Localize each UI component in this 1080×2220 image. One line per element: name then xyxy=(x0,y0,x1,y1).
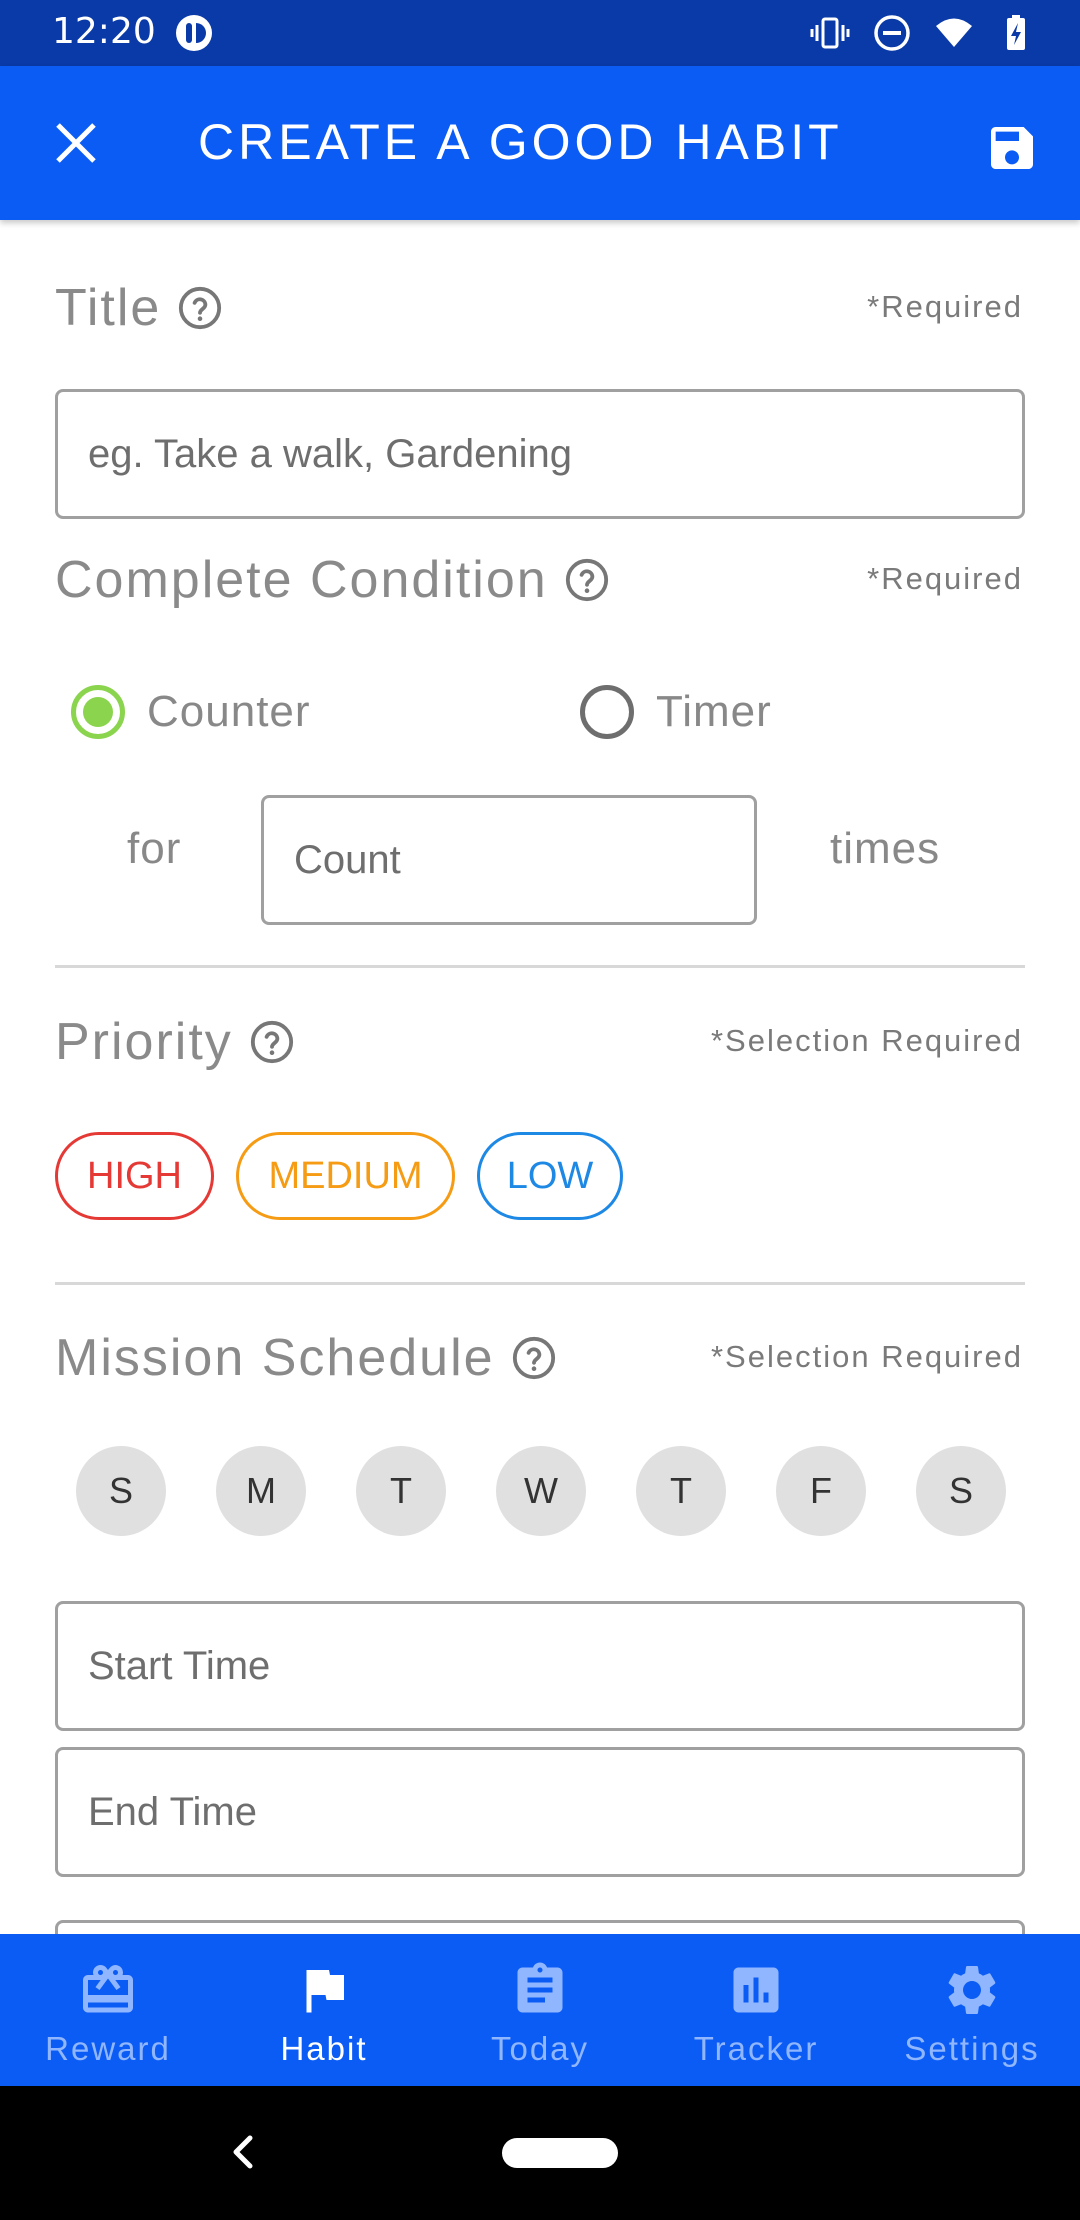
bar-chart-icon xyxy=(733,1967,779,2013)
day-toggle-sunday[interactable]: S xyxy=(76,1446,166,1536)
radio-unchecked-icon xyxy=(580,685,634,739)
gear-icon xyxy=(948,1966,996,2014)
flag-icon xyxy=(306,1970,344,2013)
complete-condition-label: Complete Condition xyxy=(55,551,548,609)
nav-label-today: Today xyxy=(490,2030,590,2067)
gift-card-icon xyxy=(83,1964,133,2013)
start-time-input[interactable] xyxy=(58,1604,1022,1728)
count-field[interactable] xyxy=(261,795,757,925)
mission-schedule-required: *Selection Required xyxy=(710,1339,1023,1374)
nav-item-reward[interactable]: Reward xyxy=(0,1934,216,2086)
vibrate-icon xyxy=(810,17,850,49)
home-gesture-pill[interactable] xyxy=(502,2138,618,2168)
help-icon[interactable] xyxy=(511,1335,557,1381)
nav-label-settings: Settings xyxy=(904,2030,1040,2067)
counter-radio-label: Counter xyxy=(147,687,311,736)
priority-high-chip[interactable]: HIGH xyxy=(55,1132,214,1220)
day-toggle-tuesday[interactable]: T xyxy=(356,1446,446,1536)
help-icon[interactable] xyxy=(249,1019,295,1065)
app-notification-icon xyxy=(176,15,212,51)
save-icon xyxy=(991,127,1033,169)
system-navigation-bar xyxy=(0,2086,1080,2220)
end-time-input[interactable] xyxy=(58,1750,1022,1874)
wifi-icon xyxy=(936,18,972,47)
save-button[interactable] xyxy=(976,112,1048,184)
count-input[interactable] xyxy=(264,798,754,922)
title-field[interactable] xyxy=(55,389,1025,519)
priority-label: Priority xyxy=(55,1013,233,1071)
mission-schedule-section-label: Mission Schedule xyxy=(55,1328,557,1388)
end-time-field[interactable] xyxy=(55,1747,1025,1877)
title-input[interactable] xyxy=(58,392,1022,516)
app-bar: CREATE A GOOD HABIT xyxy=(0,66,1080,220)
title-section-label: Title xyxy=(55,278,223,338)
nav-item-settings[interactable]: Settings xyxy=(864,1934,1080,2086)
nav-item-habit[interactable]: Habit xyxy=(216,1934,432,2086)
day-toggle-wednesday[interactable]: W xyxy=(496,1446,586,1536)
help-icon[interactable] xyxy=(564,557,610,603)
close-icon xyxy=(56,123,96,163)
status-time: 12:20 xyxy=(52,11,156,52)
for-label: for xyxy=(127,824,182,873)
start-time-field[interactable] xyxy=(55,1601,1025,1731)
priority-medium-chip[interactable]: MEDIUM xyxy=(236,1132,455,1220)
back-icon[interactable] xyxy=(222,2124,262,2180)
complete-condition-required: *Required xyxy=(867,561,1023,596)
divider xyxy=(55,1282,1025,1285)
day-toggle-friday[interactable]: F xyxy=(776,1446,866,1536)
close-button[interactable] xyxy=(42,109,110,177)
day-toggle-saturday[interactable]: S xyxy=(916,1446,1006,1536)
nav-label-habit: Habit xyxy=(280,2030,368,2067)
counter-radio[interactable]: Counter xyxy=(71,685,311,739)
title-label: Title xyxy=(55,279,162,337)
bottom-navigation: Reward Habit Today Tracker Settings xyxy=(0,1934,1080,2086)
next-field-partial[interactable] xyxy=(55,1920,1025,1934)
title-required: *Required xyxy=(867,289,1023,324)
day-toggle-thursday[interactable]: T xyxy=(636,1446,726,1536)
nav-item-tracker[interactable]: Tracker xyxy=(648,1934,864,2086)
do-not-disturb-icon xyxy=(874,15,910,51)
priority-required: *Selection Required xyxy=(710,1023,1023,1058)
status-bar: 12:20 xyxy=(0,0,1080,66)
day-toggle-monday[interactable]: M xyxy=(216,1446,306,1536)
times-label: times xyxy=(830,824,941,873)
help-icon[interactable] xyxy=(177,285,223,331)
timer-radio[interactable]: Timer xyxy=(580,685,772,739)
nav-label-tracker: Tracker xyxy=(693,2030,819,2067)
radio-checked-icon xyxy=(71,685,125,739)
complete-condition-section-label: Complete Condition xyxy=(55,550,610,610)
clipboard-icon xyxy=(517,1962,563,2013)
priority-low-chip[interactable]: LOW xyxy=(477,1132,623,1220)
nav-item-today[interactable]: Today xyxy=(432,1934,648,2086)
system-icons xyxy=(810,13,1036,53)
timer-radio-label: Timer xyxy=(656,687,772,736)
nav-label-reward: Reward xyxy=(45,2030,171,2067)
mission-schedule-label: Mission Schedule xyxy=(55,1329,495,1387)
priority-section-label: Priority xyxy=(55,1012,295,1072)
page-title: CREATE A GOOD HABIT xyxy=(198,114,843,170)
form-content[interactable]: Title *Required Complete Condition *Requ… xyxy=(0,220,1080,1934)
divider xyxy=(55,965,1025,968)
battery-charging-icon xyxy=(1007,15,1025,50)
